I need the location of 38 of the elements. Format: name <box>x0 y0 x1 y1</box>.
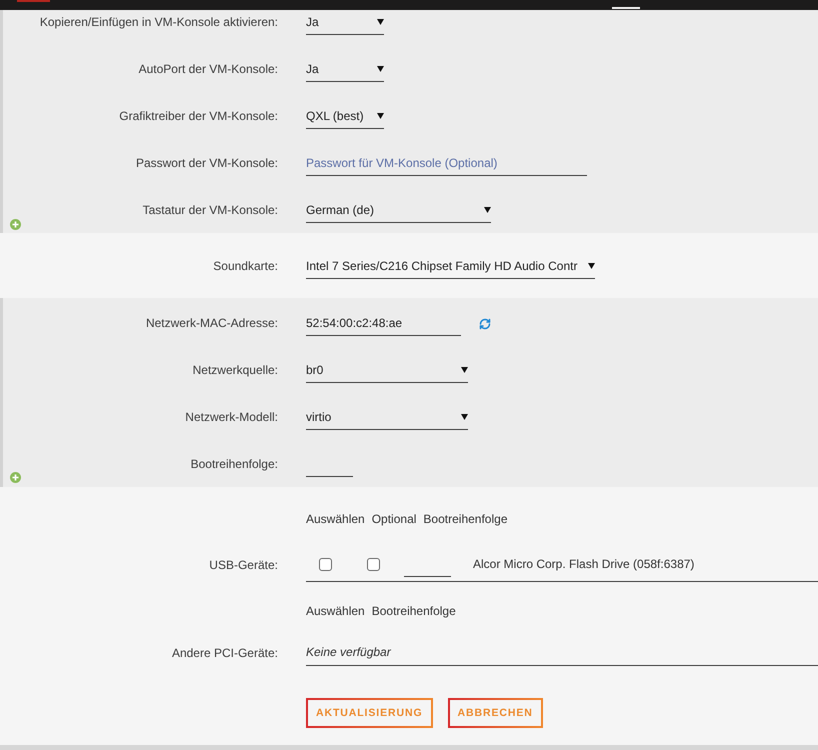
checkbox[interactable] <box>366 558 380 570</box>
refresh-icon[interactable] <box>479 318 491 330</box>
empty-message: Keine verfügbar <box>306 645 391 659</box>
column-header: Optional <box>372 511 416 528</box>
caret-icon <box>377 66 384 72</box>
caret-icon <box>588 263 595 269</box>
column-header: Bootreihenfolge <box>372 603 456 620</box>
field-label: Kopieren/Einfügen in VM-Konsole aktivieren: <box>40 14 278 31</box>
field-label: USB-Geräte: <box>209 556 278 574</box>
field-label: Netzwerk-MAC-Adresse: <box>146 315 278 332</box>
field-label: Tastatur der VM-Konsole: <box>142 202 278 219</box>
column-header: Bootreihenfolge <box>423 511 508 528</box>
caret-icon <box>377 19 384 25</box>
input-field[interactable]: 52:54:00:c2:48:ae <box>306 311 461 336</box>
field-label: AutoPort der VM-Konsole: <box>138 61 278 78</box>
dropdown[interactable]: QXL (best) <box>306 104 384 129</box>
column-header: Auswählen <box>306 511 365 528</box>
dropdown[interactable]: Ja <box>306 10 384 35</box>
field-label: Bootreihenfolge: <box>190 456 278 473</box>
field-label: Grafiktreiber der VM-Konsole: <box>119 108 278 125</box>
caret-icon <box>484 207 491 213</box>
caret-icon <box>461 414 468 420</box>
dropdown[interactable]: virtio <box>306 405 468 430</box>
caret-icon <box>461 367 468 373</box>
checkbox[interactable] <box>318 558 332 570</box>
dropdown[interactable]: Intel 7 Series/C216 Chipset Family HD Audio Contr <box>306 254 595 279</box>
column-header: Auswählen <box>306 603 365 620</box>
dropdown[interactable]: br0 <box>306 358 468 383</box>
input-field[interactable]: Passwort für VM-Konsole (Optional) <box>306 151 587 176</box>
field-label: Andere PCI-Geräte: <box>172 644 278 662</box>
field-label: Netzwerkquelle: <box>192 362 278 379</box>
field-label: Passwort der VM-Konsole: <box>136 155 278 172</box>
field-label: Soundkarte: <box>213 258 278 275</box>
dropdown[interactable]: German (de) <box>306 198 491 223</box>
caret-icon <box>377 113 384 119</box>
dropdown[interactable]: Ja <box>306 57 384 82</box>
device-name: Alcor Micro Corp. Flash Drive (058f:6387) <box>473 557 694 571</box>
field-label: Netzwerk-Modell: <box>185 409 278 426</box>
